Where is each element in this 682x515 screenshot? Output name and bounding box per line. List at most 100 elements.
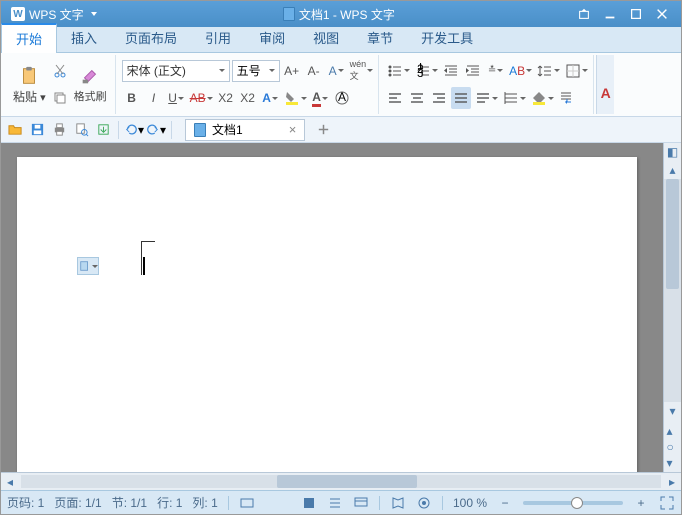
zoom-slider[interactable] xyxy=(523,501,623,505)
tab-insert[interactable]: 插入 xyxy=(57,24,111,52)
status-bar: 页码: 1 页面: 1/1 节: 1/1 行: 1 列: 1 100 % − + xyxy=(1,490,681,514)
number-list-button[interactable]: 123 xyxy=(413,60,439,82)
redo-button[interactable]: ▾ xyxy=(146,120,166,140)
enclose-char-button[interactable]: A xyxy=(332,87,352,109)
cut-button[interactable] xyxy=(50,60,70,82)
vscroll-thumb[interactable] xyxy=(666,179,679,289)
minimize-button[interactable] xyxy=(601,5,619,23)
fullscreen-button[interactable] xyxy=(659,495,675,511)
clipboard-group: 粘贴 ▾ 格式刷 xyxy=(5,55,116,114)
zoom-in-button[interactable]: + xyxy=(633,495,649,511)
text-direction-button[interactable]: AB xyxy=(507,60,533,82)
sidebar-toggle-icon[interactable]: ◧ xyxy=(664,143,681,161)
format-painter-button[interactable]: 格式刷 xyxy=(70,55,111,114)
print-preview-button[interactable] xyxy=(71,120,91,140)
ribbon-tabs: 开始 插入 页面布局 引用 审阅 视图 章节 开发工具 xyxy=(1,27,681,53)
undo-button[interactable]: ▾ xyxy=(124,120,144,140)
bullet-list-button[interactable] xyxy=(385,60,411,82)
font-size-select[interactable]: 五号 xyxy=(232,60,280,82)
vertical-scrollbar[interactable]: ◧ ▴ ▾ ▴ ○ ▾ xyxy=(663,143,681,472)
open-button[interactable] xyxy=(5,120,25,140)
copy-button[interactable] xyxy=(50,87,70,109)
hscroll-thumb[interactable] xyxy=(277,475,417,488)
shading-button[interactable] xyxy=(529,87,555,109)
maximize-button[interactable] xyxy=(627,5,645,23)
browse-object-button[interactable]: ○ xyxy=(667,440,679,452)
strikethrough-button[interactable]: AB xyxy=(188,87,214,109)
document-canvas[interactable] xyxy=(1,143,663,472)
highlight-button[interactable] xyxy=(282,87,308,109)
tab-stops-button[interactable] xyxy=(501,87,527,109)
export-button[interactable] xyxy=(93,120,113,140)
text-effect-button[interactable]: A xyxy=(260,87,280,109)
zoom-out-button[interactable]: − xyxy=(497,495,513,511)
new-tab-button[interactable] xyxy=(313,120,333,140)
font-name-select[interactable]: 宋体 (正文) xyxy=(122,60,230,82)
ribbon: 粘贴 ▾ 格式刷 宋体 (正文) 五号 A+ A- A wén文 B I U xyxy=(1,53,681,117)
decrease-indent-button[interactable] xyxy=(441,60,461,82)
tab-home[interactable]: 开始 xyxy=(1,23,57,53)
tab-chapter[interactable]: 章节 xyxy=(353,24,407,52)
chevron-down-icon xyxy=(91,12,97,16)
tab-references[interactable]: 引用 xyxy=(191,24,245,52)
print-button[interactable] xyxy=(49,120,69,140)
paragraph-group: 123 ≛ AB xyxy=(381,55,594,114)
shrink-font-button[interactable]: A- xyxy=(304,60,324,82)
tab-view[interactable]: 视图 xyxy=(299,24,353,52)
tab-developer[interactable]: 开发工具 xyxy=(407,24,487,52)
styles-icon: A xyxy=(601,85,611,101)
horizontal-scrollbar[interactable]: ◂ ▸ xyxy=(1,472,681,490)
align-left-button[interactable] xyxy=(385,87,405,109)
align-justify-button[interactable] xyxy=(451,87,471,109)
subscript-button[interactable]: X2 xyxy=(238,87,258,109)
close-button[interactable] xyxy=(653,5,671,23)
align-right-button[interactable] xyxy=(429,87,449,109)
app-name: WPS 文字 xyxy=(29,6,84,23)
hscroll-track[interactable] xyxy=(21,475,661,488)
font-color-button[interactable]: A xyxy=(310,87,330,109)
asian-layout-button[interactable]: ≛ xyxy=(485,60,505,82)
vscroll-track[interactable] xyxy=(664,179,681,402)
zoom-knob[interactable] xyxy=(571,497,583,509)
document-tab[interactable]: 文档1 × xyxy=(185,119,305,141)
scroll-left-button[interactable]: ◂ xyxy=(1,473,19,490)
bold-button[interactable]: B xyxy=(122,87,142,109)
line-spacing-button[interactable] xyxy=(535,60,561,82)
reading-mode-button[interactable] xyxy=(390,495,406,511)
view-web-button[interactable] xyxy=(353,495,369,511)
show-marks-button[interactable] xyxy=(557,87,577,109)
protect-eyes-button[interactable] xyxy=(416,495,432,511)
underline-button[interactable]: U xyxy=(166,87,186,109)
phonetic-guide-button[interactable]: wén文 xyxy=(348,60,375,82)
scroll-right-button[interactable]: ▸ xyxy=(663,473,681,490)
status-section: 节: 1/1 xyxy=(112,494,147,511)
tab-review[interactable]: 审阅 xyxy=(245,24,299,52)
prev-page-button[interactable]: ▴ xyxy=(667,424,679,436)
paste-options-button[interactable] xyxy=(77,257,99,275)
paste-button[interactable]: 粘贴 ▾ xyxy=(9,55,50,114)
align-center-button[interactable] xyxy=(407,87,427,109)
app-menu-button[interactable]: W WPS 文字 xyxy=(5,6,103,23)
grow-font-button[interactable]: A+ xyxy=(282,60,302,82)
font-group: 宋体 (正文) 五号 A+ A- A wén文 B I U AB X2 X2 A… xyxy=(118,55,380,114)
superscript-button[interactable]: X2 xyxy=(216,87,236,109)
zoom-value[interactable]: 100 % xyxy=(453,496,487,510)
close-tab-button[interactable]: × xyxy=(289,122,297,137)
next-page-button[interactable]: ▾ xyxy=(667,456,679,468)
increase-indent-button[interactable] xyxy=(463,60,483,82)
page[interactable] xyxy=(17,157,637,472)
share-button[interactable] xyxy=(575,5,593,23)
view-print-layout-button[interactable] xyxy=(301,495,317,511)
tab-page-layout[interactable]: 页面布局 xyxy=(111,24,191,52)
borders-button[interactable] xyxy=(563,60,589,82)
distribute-button[interactable] xyxy=(473,87,499,109)
styles-pane-toggle[interactable]: A xyxy=(596,55,614,114)
clear-format-button[interactable]: A xyxy=(326,60,346,82)
scroll-up-button[interactable]: ▴ xyxy=(664,161,681,179)
view-outline-button[interactable] xyxy=(327,495,343,511)
italic-button[interactable]: I xyxy=(144,87,164,109)
save-button[interactable] xyxy=(27,120,47,140)
scroll-down-button[interactable]: ▾ xyxy=(664,402,681,420)
spellcheck-button[interactable] xyxy=(239,495,255,511)
document-tab-label: 文档1 xyxy=(212,121,243,138)
